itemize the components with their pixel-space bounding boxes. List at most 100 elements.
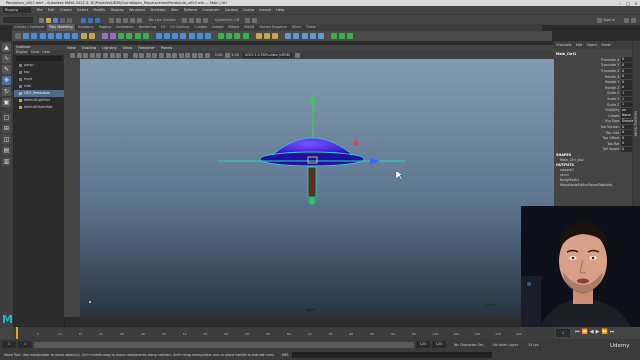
select-component-icon[interactable] xyxy=(95,17,100,23)
channel-value-field[interactable]: 0 xyxy=(621,85,632,91)
symmetry-label[interactable]: Symmetry: Off xyxy=(215,18,240,23)
anim-layer-dropdown[interactable]: No Anim Layer xyxy=(493,343,518,347)
end-frame-field[interactable]: 120 xyxy=(432,341,446,348)
graph-view-icon[interactable]: ▥ xyxy=(2,157,11,166)
textured-icon[interactable] xyxy=(158,52,164,58)
menu-deform[interactable]: Deform xyxy=(181,6,200,14)
channel-label[interactable]: Top Offset xyxy=(570,136,622,140)
outliner-menu-show[interactable]: Show xyxy=(31,50,40,55)
rotate-tool-icon[interactable]: ↻ xyxy=(2,87,11,96)
channel-label[interactable]: Scale X xyxy=(570,91,622,95)
outliner-menu-display[interactable]: Display xyxy=(16,50,28,55)
channel-label[interactable]: Rotate Y xyxy=(570,80,622,84)
film-gate-icon[interactable] xyxy=(96,52,102,58)
isolate-select-icon[interactable] xyxy=(191,52,197,58)
current-frame-field[interactable]: 1 xyxy=(556,329,570,337)
snap-surface-icon[interactable] xyxy=(137,17,142,23)
shelf-tab-xgen[interactable]: XGen xyxy=(289,24,303,31)
super-shape-icon[interactable] xyxy=(88,33,95,39)
smooth-icon[interactable] xyxy=(118,33,125,39)
xray-joints-icon[interactable] xyxy=(205,52,211,58)
safe-action-icon[interactable] xyxy=(122,52,128,58)
image-plane-icon[interactable] xyxy=(83,52,89,58)
shelf-tab-arnold[interactable]: Arnold xyxy=(210,24,226,31)
channel-value-field[interactable]: 0 xyxy=(621,130,632,135)
account-icon[interactable] xyxy=(597,17,603,23)
command-input[interactable] xyxy=(291,352,492,358)
channel-label[interactable]: Rotate Z xyxy=(570,86,622,90)
outliner-item-front[interactable]: front xyxy=(14,76,64,83)
redo-icon[interactable] xyxy=(67,17,72,23)
start-frame-field[interactable]: 1 xyxy=(2,341,16,348)
separate-icon[interactable] xyxy=(109,33,116,39)
lasso-tool-icon[interactable]: ∿ xyxy=(2,54,11,63)
merge-icon[interactable] xyxy=(196,33,203,39)
channel-value-field[interactable]: 0 xyxy=(621,124,632,130)
channel-label[interactable]: Top Size xyxy=(570,131,622,135)
menu-windows[interactable]: Windows xyxy=(126,6,147,14)
go-to-start-icon[interactable]: ⏮ xyxy=(575,329,580,335)
channel-value-field[interactable]: 1 xyxy=(621,90,632,96)
render-settings-icon[interactable] xyxy=(202,17,208,23)
menu-set-dropdown[interactable]: Rigging xyxy=(3,7,31,13)
single-view-icon[interactable]: □ xyxy=(2,113,11,122)
menu-constrain[interactable]: Constrain xyxy=(200,6,222,14)
step-forward-icon[interactable]: ⏩ xyxy=(601,329,607,335)
bridge-icon[interactable] xyxy=(164,33,170,39)
target-weld-icon[interactable] xyxy=(204,33,211,39)
multi-cut-icon[interactable] xyxy=(218,33,225,39)
channel-value-field[interactable]: 0 xyxy=(621,68,632,74)
channel-value-field[interactable]: 0 xyxy=(621,135,632,141)
poly-torus-icon[interactable] xyxy=(55,33,62,39)
select-hierarchy-icon[interactable] xyxy=(81,17,86,23)
shelf-tab-motion-graphics[interactable]: Motion Graphics xyxy=(257,24,290,31)
sign-in-link[interactable]: Sign In xyxy=(603,18,615,23)
outliner-item-top[interactable]: top xyxy=(14,69,64,76)
poly-plane-icon[interactable] xyxy=(64,33,71,39)
resolution-gate-icon[interactable] xyxy=(102,52,108,58)
auto-map-icon[interactable] xyxy=(301,33,308,39)
paint-select-icon[interactable]: ✎ xyxy=(2,65,11,74)
channel-label[interactable]: Create xyxy=(570,114,622,118)
channel-label[interactable]: Translate Y xyxy=(570,63,622,67)
gamma-icon[interactable] xyxy=(225,52,231,58)
ipr-icon[interactable] xyxy=(195,17,201,23)
gamma-value[interactable]: 1.00 xyxy=(231,53,239,58)
transform-icon[interactable] xyxy=(252,17,258,23)
shelf-tab-bifrost[interactable]: Bifrost xyxy=(226,24,242,31)
workspace-icon[interactable] xyxy=(624,17,629,23)
pendulum-ring[interactable] xyxy=(259,151,365,167)
shelf-settings-icon[interactable] xyxy=(15,33,21,39)
channel-label[interactable]: Visibility xyxy=(570,108,622,112)
channel-value-field[interactable]: on xyxy=(621,107,632,113)
color-management-icon[interactable] xyxy=(295,52,301,58)
menu-help[interactable]: Help xyxy=(273,6,286,14)
grid-icon[interactable] xyxy=(89,52,95,58)
channel-value-field[interactable]: 0 xyxy=(621,79,632,85)
two-view-icon[interactable]: ◫ xyxy=(2,135,11,144)
smooth-shade-icon[interactable] xyxy=(139,52,145,58)
slide-edge-icon[interactable] xyxy=(242,33,249,39)
move-tool-icon[interactable]: ✥ xyxy=(2,76,11,85)
fps-dropdown[interactable]: 24 fps xyxy=(528,343,539,347)
shelf-tab-rigging[interactable]: Rigging xyxy=(96,24,114,31)
range-end-field[interactable]: 120 xyxy=(416,341,430,348)
menu-skin[interactable]: Skin xyxy=(168,6,181,14)
xray-icon[interactable] xyxy=(198,52,204,58)
outliner-item-geo-pendulum[interactable]: GEO_Pendulum xyxy=(14,90,64,97)
snap-view-icon[interactable] xyxy=(130,17,135,23)
select-tool-icon[interactable]: ▲ xyxy=(2,43,11,52)
offset-loop-icon[interactable] xyxy=(234,33,241,39)
menu-create[interactable]: Create xyxy=(57,6,74,14)
menu-cache[interactable]: Cache xyxy=(240,6,256,14)
channel-label[interactable]: Scale Y xyxy=(570,97,622,101)
mirror-icon[interactable] xyxy=(134,33,141,39)
quad-draw-icon[interactable] xyxy=(255,33,262,39)
channel-label[interactable]: Scale Z xyxy=(570,103,622,107)
channelbox-tab-channels[interactable]: Channels xyxy=(554,43,574,47)
play-backward-icon[interactable]: ◀ xyxy=(590,329,594,335)
menu-file[interactable]: File xyxy=(34,6,45,14)
channel-value-field[interactable]: 1 xyxy=(621,96,632,102)
menu-edit[interactable]: Edit xyxy=(45,6,57,14)
live-surface-label[interactable]: No Live Surface xyxy=(149,18,176,23)
